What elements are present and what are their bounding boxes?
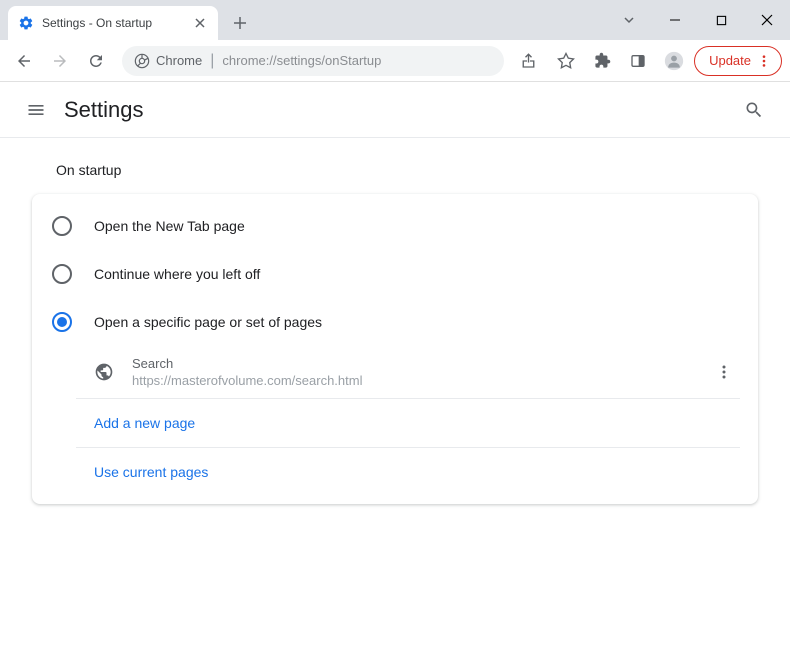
forward-button[interactable] bbox=[44, 45, 76, 77]
radio-new-tab[interactable]: Open the New Tab page bbox=[32, 202, 758, 250]
radio-continue[interactable]: Continue where you left off bbox=[32, 250, 758, 298]
titlebar: Settings - On startup bbox=[0, 0, 790, 40]
radio-label: Open a specific page or set of pages bbox=[94, 314, 322, 330]
browser-toolbar: Chrome | chrome://settings/onStartup Upd… bbox=[0, 40, 790, 82]
bookmark-star-icon[interactable] bbox=[550, 45, 582, 77]
chrome-icon bbox=[134, 53, 150, 69]
chevron-down-icon[interactable] bbox=[606, 13, 652, 27]
section-title: On startup bbox=[56, 162, 758, 178]
radio-label: Continue where you left off bbox=[94, 266, 260, 282]
page-name: Search bbox=[132, 356, 690, 371]
globe-icon bbox=[94, 362, 114, 382]
omnibox-url: chrome://settings/onStartup bbox=[222, 53, 381, 68]
back-button[interactable] bbox=[8, 45, 40, 77]
use-current-pages-link[interactable]: Use current pages bbox=[76, 448, 758, 496]
settings-header: Settings bbox=[0, 82, 790, 138]
settings-gear-icon bbox=[18, 15, 34, 31]
chrome-chip: Chrome bbox=[134, 53, 202, 69]
page-url: https://masterofvolume.com/search.html bbox=[132, 373, 690, 388]
address-bar[interactable]: Chrome | chrome://settings/onStartup bbox=[122, 46, 504, 76]
extensions-icon[interactable] bbox=[586, 45, 618, 77]
radio-specific-pages[interactable]: Open a specific page or set of pages bbox=[32, 298, 758, 346]
more-vert-icon bbox=[716, 364, 732, 380]
sidepanel-icon[interactable] bbox=[622, 45, 654, 77]
window-controls bbox=[606, 0, 790, 40]
radio-label: Open the New Tab page bbox=[94, 218, 245, 234]
share-icon[interactable] bbox=[514, 45, 546, 77]
radio-icon bbox=[52, 264, 72, 284]
minimize-button[interactable] bbox=[652, 0, 698, 40]
omnibox-chip-label: Chrome bbox=[156, 53, 202, 68]
settings-content: On startup Open the New Tab page Continu… bbox=[0, 138, 790, 528]
startup-options-card: Open the New Tab page Continue where you… bbox=[32, 194, 758, 504]
maximize-button[interactable] bbox=[698, 0, 744, 40]
tab-title: Settings - On startup bbox=[42, 16, 184, 30]
radio-icon bbox=[52, 312, 72, 332]
radio-icon bbox=[52, 216, 72, 236]
page-more-button[interactable] bbox=[708, 356, 740, 388]
update-button[interactable]: Update bbox=[694, 46, 782, 76]
update-label: Update bbox=[709, 53, 751, 68]
browser-tab[interactable]: Settings - On startup bbox=[8, 6, 218, 40]
reload-button[interactable] bbox=[80, 45, 112, 77]
close-icon[interactable] bbox=[192, 15, 208, 31]
startup-page-row: Search https://masterofvolume.com/search… bbox=[76, 346, 758, 398]
add-page-link[interactable]: Add a new page bbox=[76, 399, 758, 447]
page-title: Settings bbox=[64, 97, 144, 123]
more-vert-icon bbox=[757, 54, 771, 68]
specific-pages-section: Search https://masterofvolume.com/search… bbox=[76, 346, 758, 496]
hamburger-menu-icon[interactable] bbox=[16, 90, 56, 130]
profile-avatar-icon[interactable] bbox=[658, 45, 690, 77]
close-window-button[interactable] bbox=[744, 0, 790, 40]
search-icon[interactable] bbox=[734, 90, 774, 130]
omnibox-separator: | bbox=[210, 52, 214, 70]
page-info: Search https://masterofvolume.com/search… bbox=[132, 356, 690, 388]
new-tab-button[interactable] bbox=[226, 9, 254, 37]
